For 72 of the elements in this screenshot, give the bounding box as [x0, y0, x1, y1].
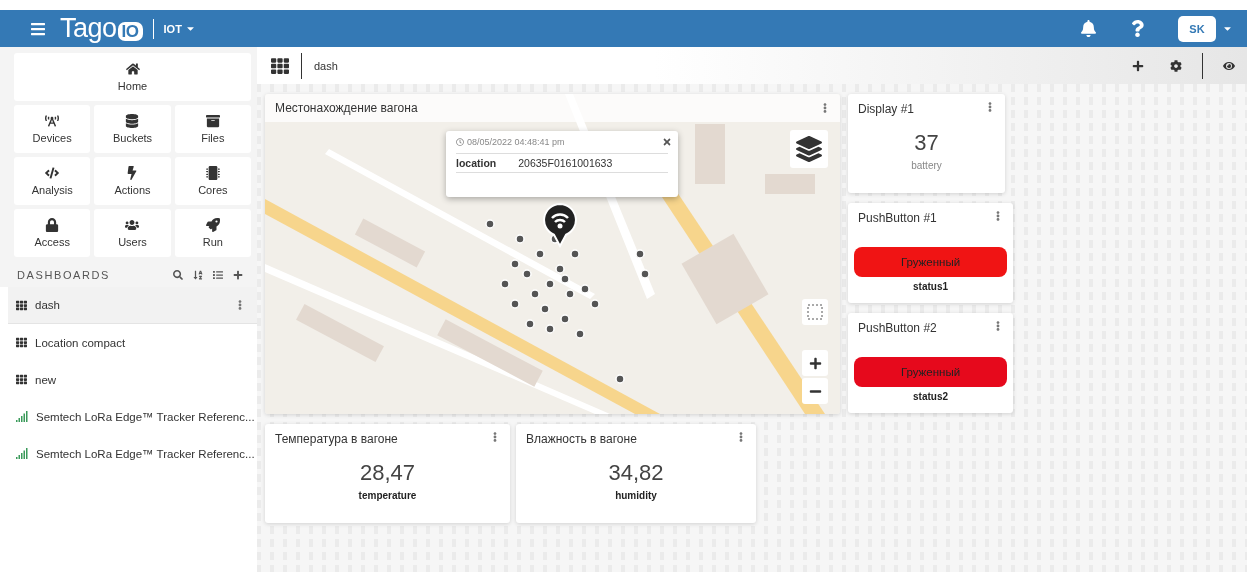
eye-icon[interactable] [1223, 59, 1235, 72]
cabinet-icon [205, 114, 220, 128]
dashboard-label: new [35, 373, 58, 386]
section-title: DASHBOARDS [17, 269, 112, 281]
nav-tile[interactable]: Cores [174, 157, 251, 205]
widget-value: 28,47 [359, 460, 416, 486]
map-pin-icon[interactable] [542, 202, 578, 248]
widget-title: Влажность в вагоне [526, 432, 637, 446]
nav-tile[interactable]: Access [14, 209, 91, 257]
widget-value: 37 [914, 130, 939, 156]
nav-tile[interactable]: Users [94, 209, 171, 257]
signal-icon [16, 411, 28, 422]
list-icon[interactable] [213, 270, 223, 280]
dashboard-label: Location compact [35, 336, 127, 349]
signal-icon [16, 448, 28, 459]
widget-title: PushButton #2 [858, 321, 937, 335]
popup-key: location [456, 157, 497, 169]
settings-icon[interactable] [1170, 59, 1182, 72]
bucket-icon [125, 114, 140, 128]
widget-title: Температура в вагоне [275, 432, 398, 446]
nav-tile[interactable]: Devices [14, 105, 91, 153]
help-icon[interactable] [1129, 20, 1146, 37]
widget-title: PushButton #1 [858, 211, 937, 225]
close-icon[interactable] [662, 137, 672, 147]
widget-title: Display #1 [858, 102, 915, 116]
device-icon [45, 114, 60, 128]
grid-icon [16, 374, 27, 385]
avatar-button[interactable]: SK [1178, 15, 1216, 42]
dashboard-label: dash [35, 299, 61, 311]
dashboard-item[interactable]: dash [8, 287, 257, 324]
dashboard-label: Semtech LoRa Edge™ Tracker Referenc... [36, 447, 255, 460]
nav-tile[interactable]: Home [14, 53, 251, 101]
layers-icon [796, 136, 822, 162]
rocket-icon [205, 218, 220, 232]
popup-value: 20635F0161001633 [518, 157, 613, 169]
users-icon [125, 218, 140, 232]
account-dropdown[interactable]: IOT [163, 22, 182, 35]
grid-icon [16, 337, 27, 348]
zoom-out-button[interactable] [802, 378, 828, 404]
menu-icon[interactable] [30, 20, 46, 37]
lock-icon [45, 218, 60, 232]
add-icon[interactable] [233, 270, 243, 280]
logo-text: Tago IO [60, 13, 143, 44]
nav-tile[interactable]: Actions [94, 157, 171, 205]
sort-icon[interactable] [193, 270, 203, 280]
home-icon [125, 62, 140, 76]
widget-label: temperature [358, 490, 417, 501]
nav-tile[interactable]: Buckets [94, 105, 171, 153]
clock-icon [456, 138, 464, 146]
search-icon[interactable] [173, 270, 183, 280]
chip-icon [205, 166, 220, 180]
add-icon[interactable] [1132, 59, 1144, 72]
grid-icon[interactable] [271, 56, 289, 75]
widget-label: status2 [913, 391, 948, 402]
nav-tile[interactable]: Files [174, 105, 251, 153]
layers-button[interactable] [790, 130, 828, 168]
code-icon [45, 166, 60, 180]
push-button[interactable]: Груженный [854, 247, 1007, 277]
widget-label: humidity [615, 490, 657, 501]
dashboard-label: Semtech LoRa Edge™ Tracker Referenc... [36, 410, 255, 423]
notification-icon[interactable] [1080, 20, 1097, 37]
grid-icon [16, 299, 27, 311]
widget-title: Местонахождение вагона [275, 101, 418, 115]
widget-value: 34,82 [608, 460, 664, 486]
nav-tile[interactable]: Run [174, 209, 251, 257]
widget-unit: battery [911, 160, 942, 171]
dashed-square-icon [807, 304, 823, 320]
nav-tile[interactable]: Analysis [14, 157, 91, 205]
zoom-in-button[interactable] [802, 350, 828, 376]
widget-label: status1 [913, 281, 948, 292]
dashboard-title: dash [314, 59, 339, 72]
plus-icon [808, 356, 822, 370]
